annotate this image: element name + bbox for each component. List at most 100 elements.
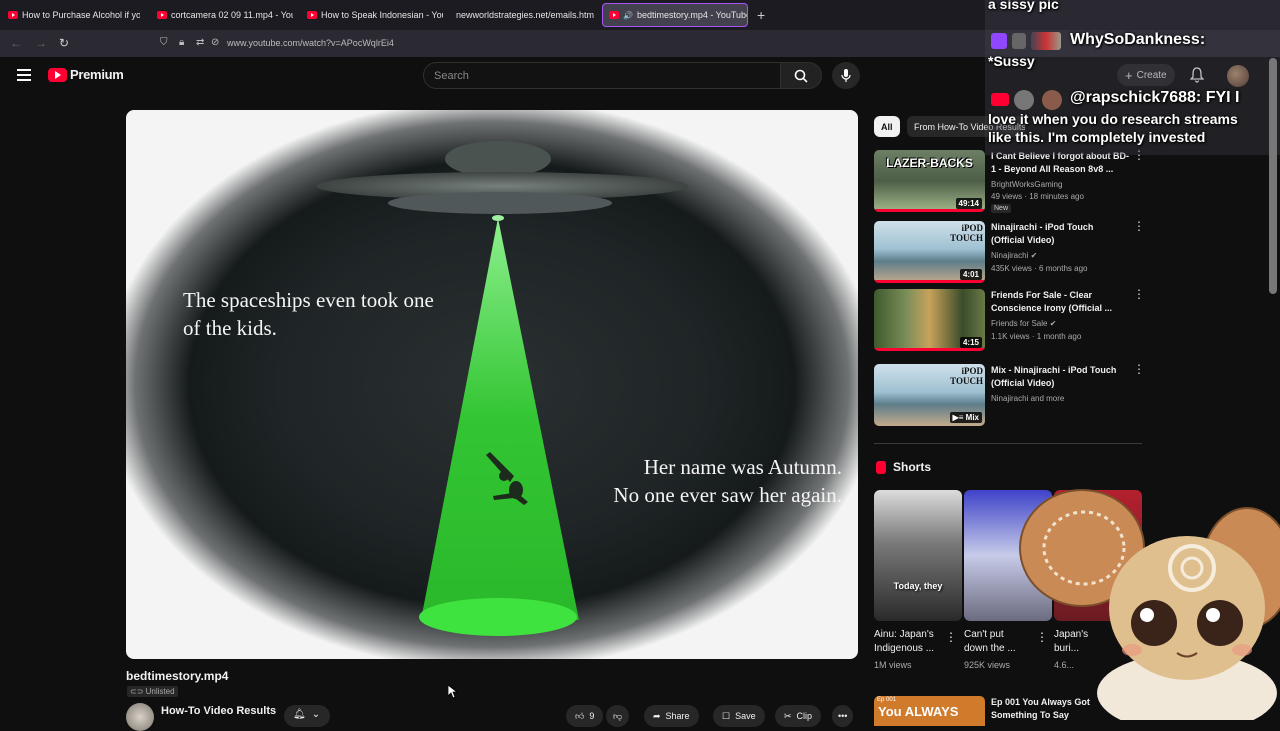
- more-vertical-icon[interactable]: ⋮: [945, 630, 957, 644]
- url-input[interactable]: www.youtube.com/watch?v=APocWqlrEi4: [227, 38, 394, 48]
- video-title[interactable]: Friends For Sale - Clear Conscience Iron…: [991, 289, 1129, 315]
- hamburger-menu-icon[interactable]: [17, 69, 31, 81]
- channel-name[interactable]: Friends for Sale ✔: [991, 317, 1056, 330]
- channel-name[interactable]: How-To Video Results: [161, 705, 276, 717]
- red-progress-bar: [874, 209, 985, 212]
- channel-avatar[interactable]: [126, 703, 154, 731]
- chat-message: FYI I: [1205, 89, 1240, 106]
- browser-tab-active[interactable]: 🔊 bedtimestory.mp4 - YouTube ✕: [602, 3, 748, 27]
- forward-icon[interactable]: →: [35, 36, 47, 50]
- chat-username: @rapschick7688:: [1070, 89, 1202, 106]
- youtube-play-icon: [48, 67, 67, 82]
- video-thumbnail[interactable]: iPOD TOUCH 4:01: [874, 221, 985, 283]
- video-duration: 4:15: [959, 337, 982, 348]
- unlisted-badge: ⊂⊃ Unlisted: [127, 686, 178, 697]
- recommended-video[interactable]: iPOD TOUCH 4:01 Ninajirachi - iPod Touch…: [874, 220, 1145, 284]
- page-scrollbar[interactable]: [1269, 58, 1277, 294]
- tracking-icon[interactable]: ⊘: [211, 37, 219, 48]
- channel-name[interactable]: Ninajirachi and more: [991, 392, 1064, 405]
- eye-highlight: [1140, 608, 1154, 622]
- visibility-label: Unlisted: [145, 687, 175, 696]
- video-duration: 49:14: [955, 198, 982, 209]
- thumbnail-text: LAZER-BACKS: [886, 156, 973, 170]
- video-meta: 49 views · 18 minutes ago: [991, 192, 1084, 201]
- thumbnail-text: iPOD TOUCH: [950, 366, 983, 386]
- eye-highlight: [1206, 608, 1220, 622]
- browser-tab[interactable]: newworldstrategies.net/emails.htm ✕: [456, 3, 596, 27]
- moth-eye: [1131, 600, 1177, 646]
- ufo-light: [492, 215, 504, 221]
- video-title[interactable]: Mix - Ninajirachi - iPod Touch (Official…: [991, 364, 1129, 390]
- shield-icon[interactable]: ⛉: [160, 37, 168, 48]
- permissions-icon[interactable]: ⇄: [196, 37, 204, 48]
- video-title[interactable]: Ninajirachi - iPod Touch (Official Video…: [991, 221, 1129, 247]
- video-thumbnail[interactable]: 4:15: [874, 289, 985, 351]
- reload-icon[interactable]: ↻: [59, 36, 69, 50]
- chat-message: *Sussy: [988, 53, 1035, 69]
- bell-icon: 🔔︎: [293, 709, 306, 720]
- video-thumbnail[interactable]: Ep 001 You ALWAYS: [874, 696, 985, 726]
- youtube-icon: [609, 11, 619, 19]
- search-input[interactable]: Search: [423, 62, 781, 89]
- video-thumbnail[interactable]: LAZER-BACKS 49:14: [874, 150, 985, 212]
- tab-title: newworldstrategies.net/emails.htm: [456, 10, 595, 20]
- browser-tab[interactable]: How to Purchase Alcohol if you ✕: [8, 3, 140, 27]
- channel-label: Friends for Sale: [991, 319, 1048, 328]
- like-button[interactable]: 👍︎ 9: [566, 705, 604, 727]
- more-vertical-icon[interactable]: ⋮: [1133, 220, 1145, 232]
- video-duration: 4:01: [959, 269, 982, 280]
- lock-icon[interactable]: 🔒︎: [179, 37, 184, 48]
- youtube-icon: [157, 11, 167, 19]
- clip-button[interactable]: ✂ Clip: [775, 705, 822, 727]
- more-actions-button[interactable]: •••: [832, 705, 854, 727]
- more-vertical-icon[interactable]: ⋮: [1133, 363, 1145, 375]
- channel-name[interactable]: Ninajirachi ✔: [991, 249, 1037, 262]
- ufo-dome: [445, 141, 551, 177]
- video-meta: 1.1K views · 1 month ago: [991, 332, 1082, 341]
- chip-all[interactable]: All: [874, 116, 900, 137]
- new-badge: New: [991, 204, 1012, 213]
- search-icon: [794, 69, 808, 83]
- subscription-bell-button[interactable]: 🔔︎ ⌄: [284, 705, 330, 727]
- recommended-video[interactable]: 4:15 Friends For Sale - Clear Conscience…: [874, 288, 1145, 352]
- moth-blush: [1232, 644, 1252, 656]
- video-thumbnail[interactable]: iPOD TOUCH ▶≡ Mix: [874, 364, 985, 426]
- speaker-icon[interactable]: 🔊: [623, 11, 633, 20]
- beam-spot: [419, 598, 577, 636]
- youtube-logo[interactable]: Premium: [48, 67, 124, 82]
- video-player[interactable]: The spaceships even took one of the kids…: [126, 110, 858, 659]
- video-title: bedtimestory.mp4: [126, 669, 229, 683]
- more-vertical-icon[interactable]: ⋮: [1133, 288, 1145, 300]
- video-frame: [316, 141, 688, 636]
- short-caption: Today, they: [893, 581, 943, 591]
- youtube-icon: [307, 11, 317, 19]
- new-tab-button[interactable]: +: [757, 7, 765, 23]
- browser-tab[interactable]: cortcamera 02 09 11.mp4 - You ✕: [157, 3, 293, 27]
- short-thumbnail[interactable]: Today, they: [874, 490, 962, 621]
- moth-head: [1109, 536, 1265, 680]
- short-title-line: Can't put: [964, 629, 1004, 640]
- subtitle-text: The spaceships even took one of the kids…: [183, 288, 434, 340]
- voice-search-button[interactable]: [832, 62, 860, 89]
- short-views: 1M views: [874, 660, 912, 670]
- recommended-video[interactable]: LAZER-BACKS 49:14 I Cant Believe I forgo…: [874, 149, 1145, 213]
- back-icon[interactable]: ←: [10, 36, 22, 50]
- twitch-icon: [991, 33, 1007, 49]
- short-title[interactable]: Ainu: Japan's Indigenous ...: [874, 628, 934, 656]
- microphone-icon: [841, 68, 851, 82]
- short-title[interactable]: Can't put down the ...: [964, 628, 1016, 656]
- thumbnail-text: You ALWAYS: [878, 704, 959, 719]
- shorts-title: Shorts: [893, 460, 932, 474]
- moth-eye: [1197, 600, 1243, 646]
- user-avatar-icon: [1014, 90, 1034, 110]
- tab-title: How to Purchase Alcohol if you: [22, 10, 140, 20]
- chip-label: All: [881, 121, 893, 132]
- recommended-video[interactable]: iPOD TOUCH ▶≡ Mix Mix - Ninajirachi - iP…: [874, 363, 1145, 427]
- browser-tab[interactable]: How to Speak Indonesian - You ✕: [307, 3, 443, 27]
- save-button[interactable]: ☐ Save: [713, 705, 765, 727]
- share-button[interactable]: ➦ Share: [644, 705, 699, 727]
- dislike-button[interactable]: 👎︎: [606, 705, 630, 727]
- verified-icon: ✔: [1049, 319, 1057, 328]
- verified-icon: ✔: [1030, 251, 1038, 260]
- search-button[interactable]: [780, 62, 822, 89]
